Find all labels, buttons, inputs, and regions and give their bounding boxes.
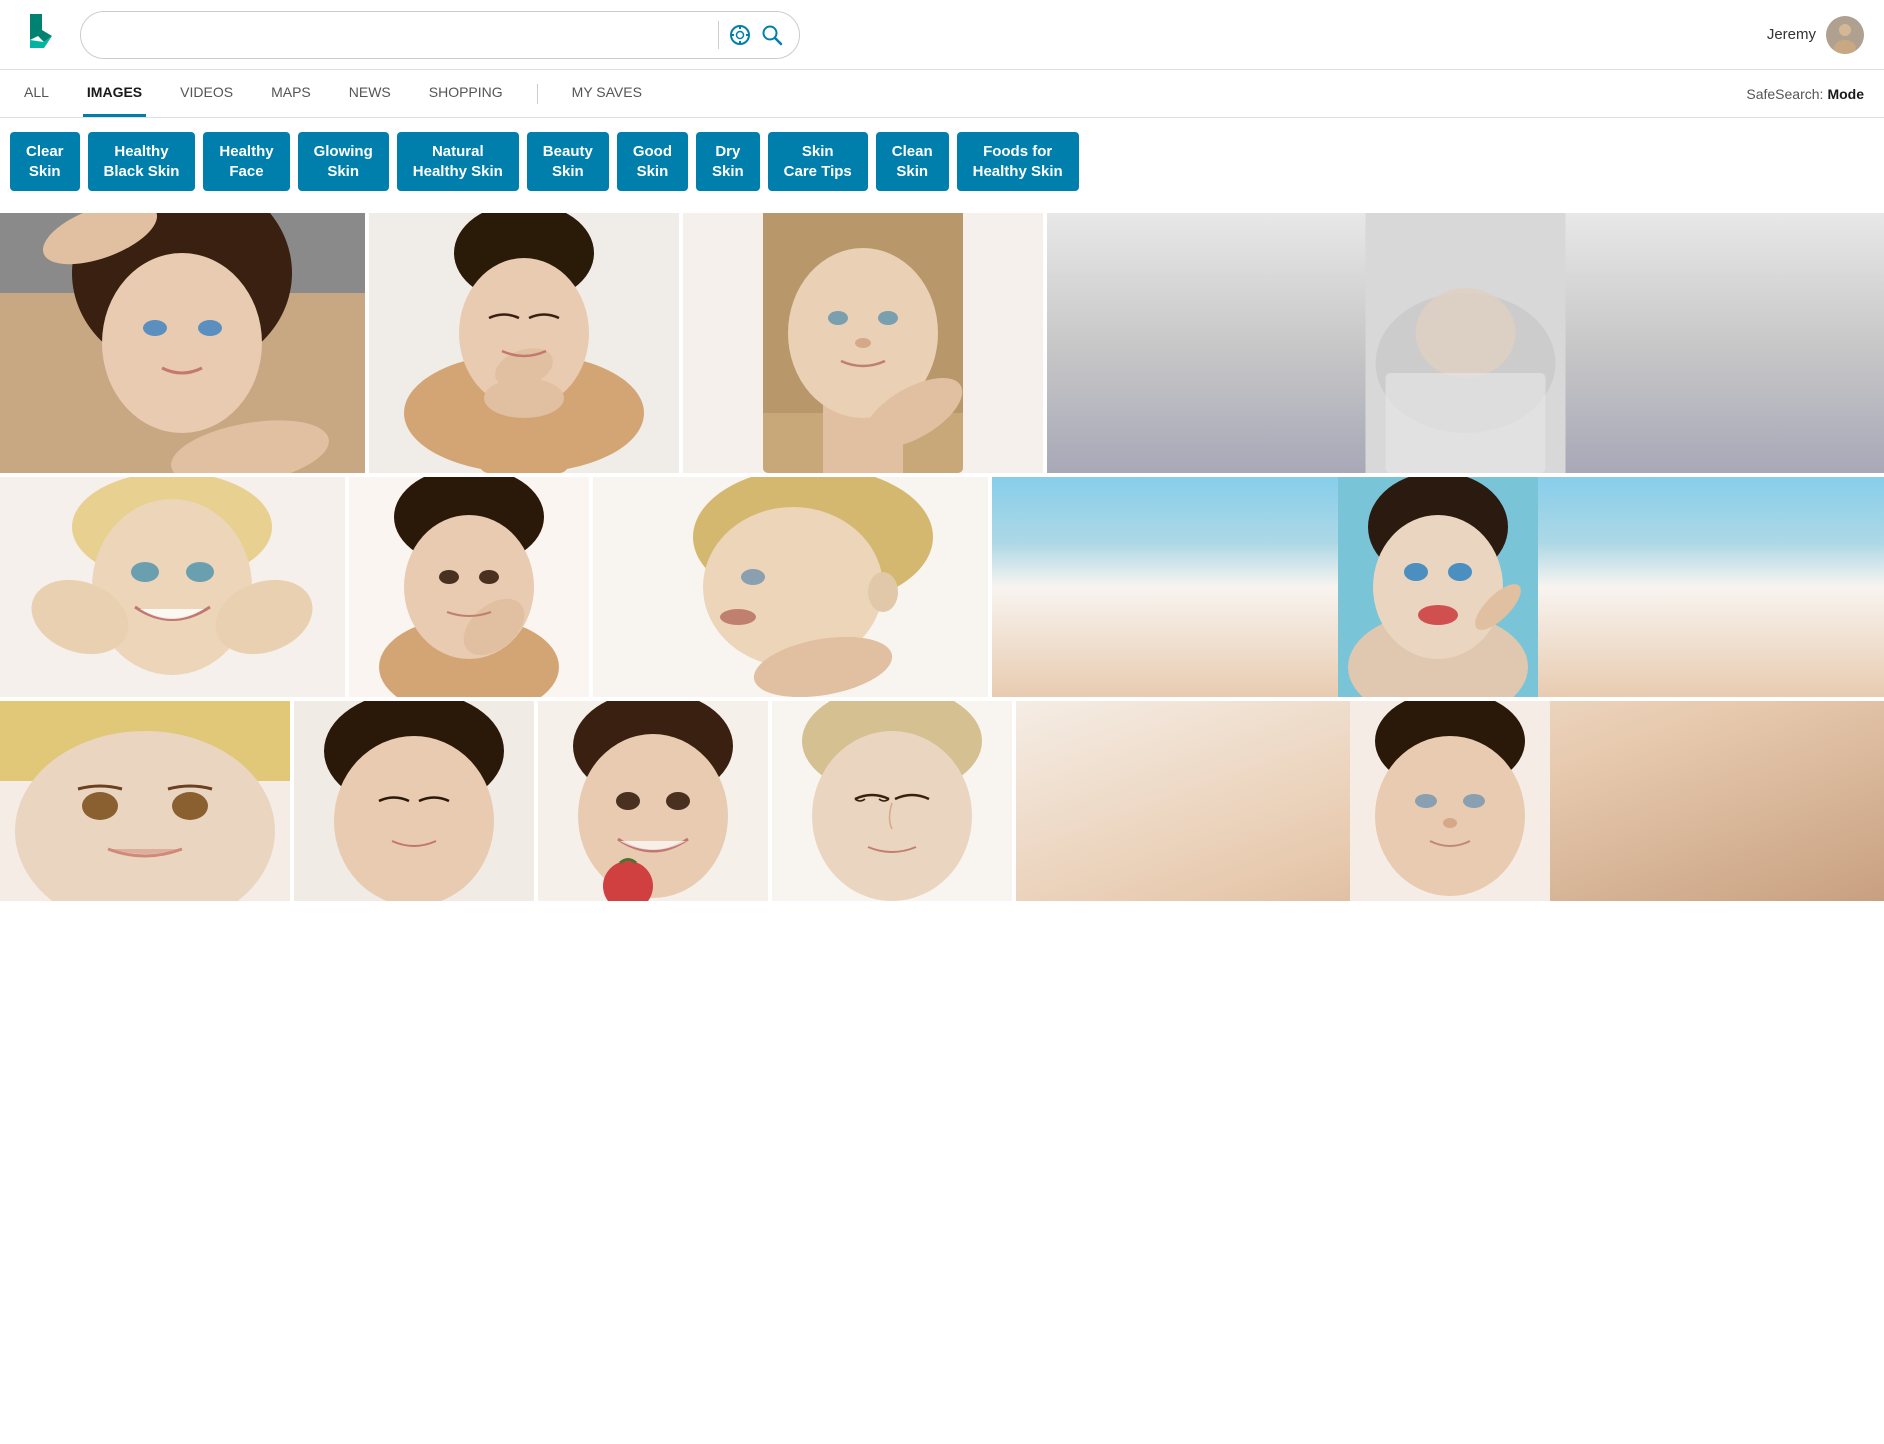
tab-images[interactable]: IMAGES	[83, 70, 146, 117]
search-input[interactable]: healthy skin	[97, 22, 708, 48]
image-row-3	[0, 701, 1884, 901]
image-item[interactable]	[593, 477, 988, 697]
nav-divider	[537, 84, 538, 104]
chip-skin-care-tips[interactable]: SkinCare Tips	[768, 132, 868, 191]
search-divider	[718, 21, 719, 49]
image-item[interactable]	[0, 477, 345, 697]
filter-chips-container: ClearSkin HealthyBlack Skin HealthyFace …	[0, 118, 1884, 205]
chip-dry-skin[interactable]: DrySkin	[696, 132, 760, 191]
image-item[interactable]	[0, 213, 365, 473]
chip-clear-skin[interactable]: ClearSkin	[10, 132, 80, 191]
image-item[interactable]	[349, 477, 589, 697]
tab-maps[interactable]: MAPS	[267, 70, 315, 117]
tab-all[interactable]: ALL	[20, 70, 53, 117]
user-name-label: Jeremy	[1767, 26, 1816, 43]
image-item[interactable]	[294, 701, 534, 901]
bing-logo[interactable]	[20, 10, 64, 59]
image-item[interactable]	[683, 213, 1043, 473]
camera-search-button[interactable]	[729, 24, 751, 46]
tab-videos[interactable]: VIDEOS	[176, 70, 237, 117]
nav-tabs: ALL IMAGES VIDEOS MAPS NEWS SHOPPING MY …	[0, 70, 1884, 118]
image-item[interactable]	[1047, 213, 1884, 473]
header-right: Jeremy	[1767, 16, 1864, 54]
image-item[interactable]	[369, 213, 679, 473]
chip-healthy-black-skin[interactable]: HealthyBlack Skin	[88, 132, 196, 191]
chip-good-skin[interactable]: GoodSkin	[617, 132, 688, 191]
search-submit-button[interactable]	[761, 24, 783, 46]
safesearch-label: SafeSearch:	[1746, 86, 1823, 102]
chip-healthy-face[interactable]: HealthyFace	[203, 132, 289, 191]
image-row-1	[0, 213, 1884, 473]
image-item[interactable]	[538, 701, 768, 901]
tab-my-saves[interactable]: MY SAVES	[568, 70, 646, 117]
tab-news[interactable]: NEWS	[345, 70, 395, 117]
chip-clean-skin[interactable]: CleanSkin	[876, 132, 949, 191]
image-row-2	[0, 477, 1884, 697]
image-item[interactable]	[992, 477, 1884, 697]
image-item[interactable]	[1016, 701, 1884, 901]
chip-glowing-skin[interactable]: GlowingSkin	[298, 132, 389, 191]
tab-shopping[interactable]: SHOPPING	[425, 70, 507, 117]
search-bar: healthy skin	[80, 11, 800, 59]
chip-foods-healthy-skin[interactable]: Foods forHealthy Skin	[957, 132, 1079, 191]
image-grid	[0, 205, 1884, 909]
chip-natural-healthy-skin[interactable]: NaturalHealthy Skin	[397, 132, 519, 191]
safesearch-value: Mode	[1827, 86, 1864, 102]
user-avatar[interactable]	[1826, 16, 1864, 54]
chip-beauty-skin[interactable]: BeautySkin	[527, 132, 609, 191]
image-item[interactable]	[0, 701, 290, 901]
header: healthy skin Jeremy	[0, 0, 1884, 70]
image-item[interactable]	[772, 701, 1012, 901]
